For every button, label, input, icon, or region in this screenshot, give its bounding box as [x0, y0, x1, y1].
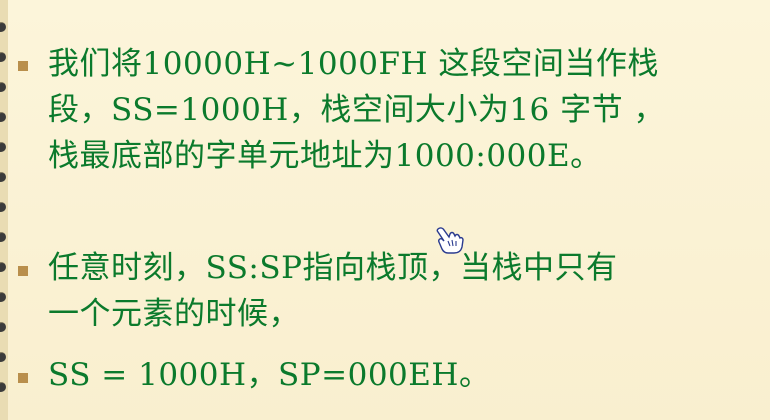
bullet-marker: [18, 266, 28, 276]
spiral-hole-icon: [0, 232, 6, 242]
spiral-hole-icon: [0, 352, 6, 362]
bullet-2-line-2: 一个元素的时候，: [48, 296, 300, 332]
spiral-hole-icon: [0, 52, 6, 62]
spiral-hole-icon: [0, 202, 6, 212]
spiral-hole-icon: [0, 322, 6, 332]
spiral-binding: [0, 0, 8, 420]
hand-cursor-icon: [436, 227, 464, 254]
bullet-marker: [18, 373, 28, 383]
spiral-hole-icon: [0, 142, 6, 152]
bullet-3-line-1: SS = 1000H，SP=000EH。: [48, 357, 491, 393]
spiral-hole-icon: [0, 112, 6, 122]
slide: 我们将10000H~1000FH 这段空间当作栈 段，SS=1000H，栈空间大…: [0, 0, 770, 420]
bullet-1-line-1: 我们将10000H~1000FH 这段空间当作栈: [48, 46, 659, 82]
spiral-hole-icon: [0, 172, 6, 182]
spiral-hole-icon: [0, 382, 6, 392]
spiral-hole-icon: [0, 262, 6, 272]
spiral-hole-icon: [0, 292, 6, 302]
spiral-hole-icon: [0, 22, 6, 32]
spiral-hole-icon: [0, 82, 6, 92]
bullet-2-line-1: 任意时刻，SS:SP指向栈顶，当栈中只有: [48, 250, 618, 286]
bullet-1-line-2: 段，SS=1000H，栈空间大小为16 字节 ，: [48, 92, 665, 128]
bullet-marker: [18, 61, 28, 71]
bullet-1-line-3: 栈最底部的字单元地址为1000:000E。: [48, 138, 602, 174]
